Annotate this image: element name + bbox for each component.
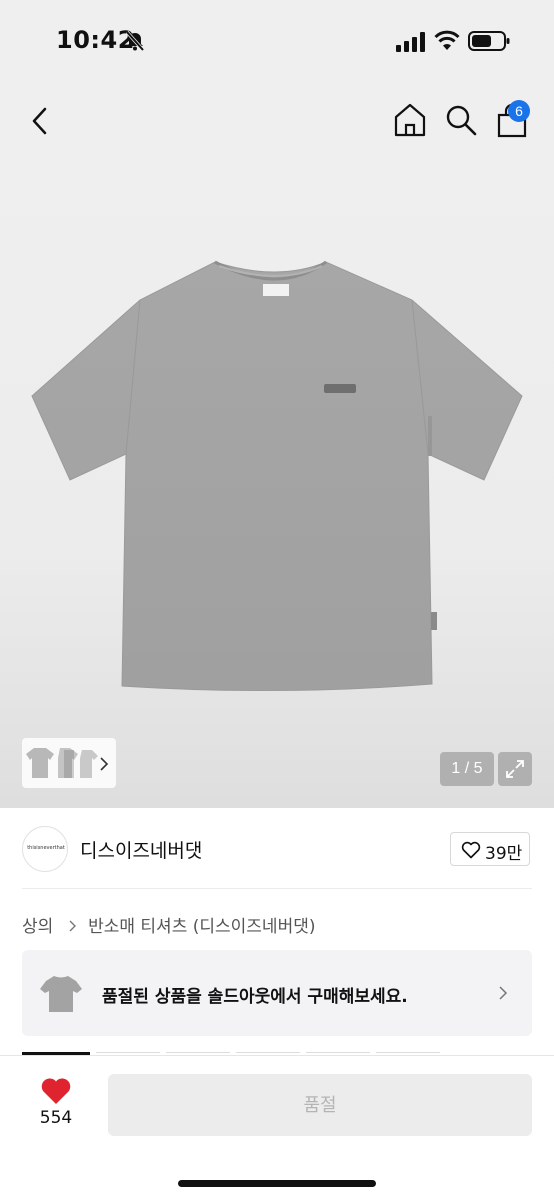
banner-text: 품절된 상품을 솔드아웃에서 구매해보세요. — [102, 987, 408, 1007]
breadcrumb-subcategory[interactable]: 반소매 티셔츠 (디스이즈네버댓) — [88, 917, 315, 937]
page-indicator: 1 / 5 — [440, 752, 494, 786]
bottom-action-bar: 554 품절 — [0, 1055, 554, 1200]
banner-product-thumbnail — [40, 976, 82, 1012]
bell-slash-icon — [125, 30, 145, 52]
status-bar: 10:42 — [0, 0, 554, 84]
home-icon[interactable] — [392, 102, 428, 138]
soldout-banner[interactable]: 품절된 상품을 솔드아웃에서 구매해보세요. — [22, 950, 532, 1036]
brand-name[interactable]: 디스이즈네버댓 — [80, 836, 202, 863]
soldout-button[interactable]: 품절 — [108, 1074, 532, 1136]
product-image-gallery[interactable]: 1 / 5 — [0, 160, 554, 808]
breadcrumb: 상의 반소매 티셔츠 (디스이즈네버댓) — [22, 912, 316, 937]
back-icon[interactable] — [26, 104, 56, 138]
like-brand-button[interactable]: 39만 — [450, 832, 530, 866]
expand-icon — [506, 760, 524, 778]
wifi-icon — [434, 30, 460, 50]
chevron-right-icon[interactable] — [98, 756, 110, 772]
brand-logo-text: thisisneverthat — [27, 845, 65, 851]
cart-count-badge: 6 — [508, 100, 530, 122]
search-icon[interactable] — [444, 102, 478, 138]
chevron-right-icon — [69, 920, 76, 932]
home-indicator — [178, 1180, 376, 1187]
brand-like-count: 39만 — [485, 844, 523, 864]
chevron-right-icon — [499, 986, 508, 1000]
heart-outline-icon — [461, 841, 481, 859]
product-image — [31, 260, 523, 692]
thumbnail-image[interactable] — [26, 744, 98, 782]
expand-button[interactable] — [498, 752, 532, 786]
brand-logo[interactable]: thisisneverthat — [22, 826, 68, 872]
battery-icon — [468, 31, 510, 51]
heart-filled-icon[interactable] — [40, 1076, 72, 1106]
like-count: 554 — [39, 1108, 73, 1128]
divider — [22, 888, 532, 889]
breadcrumb-category[interactable]: 상의 — [22, 917, 53, 937]
header — [0, 84, 554, 160]
signal-icon — [396, 32, 425, 52]
